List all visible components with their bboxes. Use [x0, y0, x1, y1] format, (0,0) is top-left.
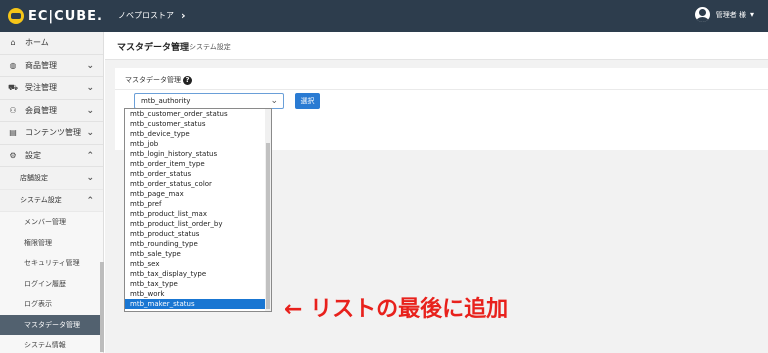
master-data-select[interactable]: mtb_authority ⌄: [134, 93, 284, 109]
dropdown-option[interactable]: mtb_product_list_order_by: [125, 219, 271, 229]
dropdown-option[interactable]: mtb_device_type: [125, 129, 271, 139]
dropdown-option[interactable]: mtb_order_item_type: [125, 159, 271, 169]
page-header: マスタデータ管理 システム設定: [105, 32, 768, 60]
chevron-right-icon: ›: [181, 9, 186, 22]
dropdown-option[interactable]: mtb_customer_status: [125, 119, 271, 129]
dropdown-option[interactable]: mtb_product_list_max: [125, 209, 271, 219]
chevron-up-icon: ⌃: [86, 195, 94, 206]
dropdown-option[interactable]: mtb_order_status_color: [125, 179, 271, 189]
sidebar-item-settings[interactable]: ⚙ 設定 ⌃: [0, 145, 103, 167]
dropdown-option[interactable]: mtb_sale_type: [125, 249, 271, 259]
select-value: mtb_authority: [141, 97, 191, 105]
sidebar-item-authority[interactable]: 権限管理: [0, 232, 103, 253]
sidebar-item-label: 設定: [25, 150, 41, 160]
dropdown-option[interactable]: mtb_tax_display_type: [125, 269, 271, 279]
sidebar-item-contents[interactable]: ▤ コンテンツ管理 ⌄: [0, 122, 103, 145]
sidebar-item-system-settings[interactable]: システム設定 ⌃: [0, 189, 103, 212]
logo-icon: [8, 8, 24, 24]
sidebar-item-shop-settings[interactable]: 店舗設定 ⌄: [0, 167, 103, 190]
sidebar-item-label: ホーム: [25, 38, 49, 48]
sidebar-item-label: 商品管理: [25, 60, 57, 70]
chevron-down-icon: ⌄: [86, 173, 94, 183]
dropdown-option[interactable]: mtb_pref: [125, 199, 271, 209]
sidebar-item-label: コンテンツ管理: [25, 128, 81, 138]
card-label: マスタデータ管理 ?: [125, 75, 192, 85]
help-icon[interactable]: ?: [183, 75, 192, 85]
dropdown-option[interactable]: mtb_order_status: [125, 169, 271, 179]
dropdown-option-highlighted[interactable]: mtb_maker_status: [125, 299, 271, 309]
page-subtitle: システム設定: [189, 43, 231, 51]
top-bar: EC|CUBE. ノベプロストア › 管理者 様 ▾: [0, 0, 768, 32]
dropdown-scrollbar-thumb[interactable]: [266, 143, 270, 309]
sidebar-item-security[interactable]: セキュリティ管理: [0, 253, 103, 274]
logo-text: EC|CUBE.: [28, 8, 103, 24]
dropdown-option[interactable]: mtb_customer_order_status: [125, 109, 271, 119]
sidebar-item-label: 受注管理: [25, 83, 57, 93]
chevron-down-icon: ⌄: [270, 96, 278, 106]
sidebar-item-orders[interactable]: ⛟ 受注管理 ⌄: [0, 77, 103, 100]
user-menu[interactable]: 管理者 様 ▾: [694, 7, 754, 22]
sidebar-item-log[interactable]: ログ表示: [0, 294, 103, 315]
users-icon: ⚇: [9, 105, 17, 115]
user-name: 管理者 様: [715, 10, 746, 19]
page-title: マスタデータ管理: [117, 43, 190, 53]
sidebar-item-label: 会員管理: [25, 105, 57, 115]
sidebar-item-system-info[interactable]: システム情報: [0, 335, 103, 353]
chevron-down-icon: ⌄: [86, 83, 94, 93]
dropdown-option[interactable]: mtb_page_max: [125, 189, 271, 199]
sidebar-scrollbar[interactable]: [100, 262, 104, 352]
chevron-down-icon: ⌄: [86, 128, 94, 138]
shop-link[interactable]: ノベプロストア ›: [118, 9, 186, 22]
chevron-down-icon: ⌄: [86, 60, 94, 71]
select-button[interactable]: 選択: [295, 93, 320, 109]
dropdown-option[interactable]: mtb_rounding_type: [125, 239, 271, 249]
dropdown-option[interactable]: mtb_login_history_status: [125, 149, 271, 159]
document-icon: ▤: [9, 128, 17, 138]
caret-down-icon: ▾: [749, 10, 754, 19]
sidebar: ⌂ ホーム ◍ 商品管理 ⌄ ⛟ 受注管理 ⌄ ⚇ 会員管理 ⌄ ▤ コンテンツ…: [0, 32, 104, 353]
sidebar-item-members[interactable]: メンバー管理: [0, 212, 103, 233]
sidebar-item-customers[interactable]: ⚇ 会員管理 ⌄: [0, 100, 103, 122]
cart-icon: ⛟: [8, 82, 19, 92]
dropdown-option[interactable]: mtb_work: [125, 289, 271, 299]
sidebar-item-master-data[interactable]: マスタデータ管理: [0, 314, 103, 335]
home-icon: ⌂: [10, 38, 16, 48]
dropdown-option[interactable]: mtb_job: [125, 139, 271, 149]
dropdown-option[interactable]: mtb_product_status: [125, 229, 271, 239]
chevron-up-icon: ⌃: [86, 150, 94, 161]
chevron-down-icon: ⌄: [86, 105, 94, 116]
annotation-text: ← リストの最後に追加: [284, 297, 509, 322]
avatar-icon: [694, 7, 710, 22]
product-icon: ◍: [9, 60, 17, 70]
shop-name: ノベプロストア: [118, 11, 174, 20]
dropdown-option[interactable]: mtb_tax_type: [125, 279, 271, 289]
sidebar-item-home[interactable]: ⌂ ホーム: [0, 32, 103, 55]
dropdown-list[interactable]: mtb_customer_order_status mtb_customer_s…: [124, 108, 272, 312]
divider: [115, 89, 768, 90]
dropdown-option[interactable]: mtb_sex: [125, 259, 271, 269]
sidebar-item-label: 店舗設定: [20, 173, 48, 182]
gear-icon: ⚙: [9, 150, 17, 160]
card-label-text: マスタデータ管理: [125, 76, 181, 84]
sidebar-item-label: システム設定: [20, 196, 62, 205]
sidebar-item-login-history[interactable]: ログイン履歴: [0, 273, 103, 294]
logo[interactable]: EC|CUBE.: [8, 7, 103, 25]
sidebar-item-products[interactable]: ◍ 商品管理 ⌄: [0, 55, 103, 77]
